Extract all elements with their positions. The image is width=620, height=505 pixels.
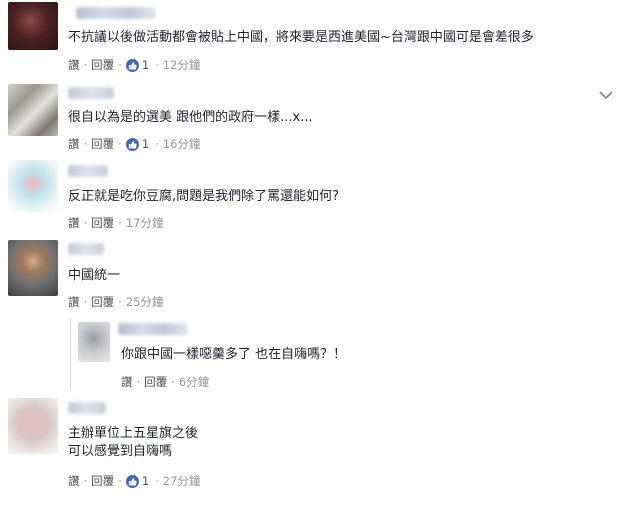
separator-dot: · (155, 58, 159, 72)
thumbs-up-icon[interactable] (125, 137, 139, 151)
comment-text: 很自以為是的選美 跟他們的政府一樣...x... (68, 109, 313, 127)
avatar[interactable] (8, 84, 58, 136)
separator-dot: · (83, 216, 88, 230)
author-name-blurred[interactable] (68, 165, 108, 177)
separator-dot: · (155, 137, 159, 151)
comment-text-line: 中國統一 (68, 268, 121, 283)
like-link[interactable]: 讚 (121, 375, 133, 389)
author-name-blurred[interactable] (118, 323, 188, 335)
separator-dot: · (83, 58, 88, 72)
thumbs-up-icon[interactable] (125, 58, 139, 72)
author-name-blurred[interactable] (68, 402, 106, 414)
separator-dot: · (118, 295, 122, 309)
like-count[interactable]: 1 (142, 58, 149, 72)
comment-actions: 讚 · 回覆 · 25分鐘 (68, 295, 163, 309)
comment-text-line: 很自以為是的選美 跟他們的政府一樣...x... (68, 110, 313, 125)
avatar[interactable] (78, 322, 110, 362)
comment-actions: 讚 · 回覆 · 17分鐘 (68, 216, 163, 230)
separator-dot: · (171, 375, 175, 389)
separator-dot: · (118, 216, 122, 230)
timestamp[interactable]: 27分鐘 (163, 474, 201, 488)
reply-link[interactable]: 回覆 (91, 295, 114, 309)
author-name-blurred[interactable] (76, 7, 156, 19)
separator-dot: · (155, 474, 159, 488)
like-link[interactable]: 讚 (68, 216, 80, 230)
separator-dot: · (136, 375, 141, 389)
separator-dot: · (118, 58, 122, 72)
comment-text-line: 不抗議以後做活動都會被貼上中國，將來要是西進美國~台灣跟中國可是會差很多 (68, 30, 534, 45)
like-count[interactable]: 1 (142, 474, 149, 488)
comment-text: 主辦單位上五星旗之後 可以感覺到自嗨嗎 (68, 425, 198, 461)
comment-actions: 讚 · 回覆 · 1 · 27分鐘 (68, 474, 200, 488)
author-name-blurred[interactable] (68, 243, 104, 255)
reply-link[interactable]: 回覆 (144, 375, 167, 389)
timestamp[interactable]: 12分鐘 (163, 58, 201, 72)
comment-actions: 讚 · 回覆 · 6分鐘 (121, 375, 209, 389)
comment-text-line: 反正就是吃你豆腐,問題是我們除了罵還能如何? (68, 189, 340, 204)
separator-dot: · (83, 474, 88, 488)
like-link[interactable]: 讚 (68, 58, 80, 72)
separator-dot: · (83, 295, 88, 309)
like-count[interactable]: 1 (142, 137, 149, 151)
reply-link[interactable]: 回覆 (91, 137, 114, 151)
avatar[interactable] (8, 160, 58, 212)
like-link[interactable]: 讚 (68, 474, 80, 488)
author-name-blurred[interactable] (68, 87, 114, 99)
avatar[interactable] (8, 398, 58, 454)
avatar[interactable] (8, 240, 58, 296)
comment-text-line: 你跟中國一樣噁羹多了 也在自嗨嗎？！ (121, 347, 347, 362)
separator-dot: · (83, 137, 88, 151)
reply-link[interactable]: 回覆 (91, 474, 114, 488)
timestamp[interactable]: 6分鐘 (179, 375, 209, 389)
like-link[interactable]: 讚 (68, 137, 80, 151)
reply-thread-line (70, 318, 71, 390)
comment-text-line: 主辦單位上五星旗之後 (68, 426, 199, 441)
reply-link[interactable]: 回覆 (91, 216, 114, 230)
comment-actions: 讚 · 回覆 · 1 · 16分鐘 (68, 137, 200, 151)
comment-text: 你跟中國一樣噁羹多了 也在自嗨嗎？！ (121, 346, 346, 364)
timestamp[interactable]: 17分鐘 (126, 216, 164, 230)
timestamp[interactable]: 25分鐘 (126, 295, 164, 309)
chevron-down-icon[interactable] (598, 86, 614, 100)
avatar[interactable] (8, 2, 58, 50)
reply-link[interactable]: 回覆 (91, 58, 114, 72)
comment-text: 反正就是吃你豆腐,問題是我們除了罵還能如何? (68, 188, 339, 206)
separator-dot: · (118, 137, 122, 151)
comment-text: 中國統一 (68, 267, 120, 285)
comment-text: 不抗議以後做活動都會被貼上中國，將來要是西進美國~台灣跟中國可是會差很多 (68, 29, 534, 47)
timestamp[interactable]: 16分鐘 (163, 137, 201, 151)
comment-actions: 讚 · 回覆 · 1 · 12分鐘 (68, 58, 200, 72)
separator-dot: · (118, 474, 122, 488)
thumbs-up-icon[interactable] (125, 474, 139, 488)
comment-text-line: 可以感覺到自嗨嗎 (68, 444, 173, 459)
like-link[interactable]: 讚 (68, 295, 80, 309)
